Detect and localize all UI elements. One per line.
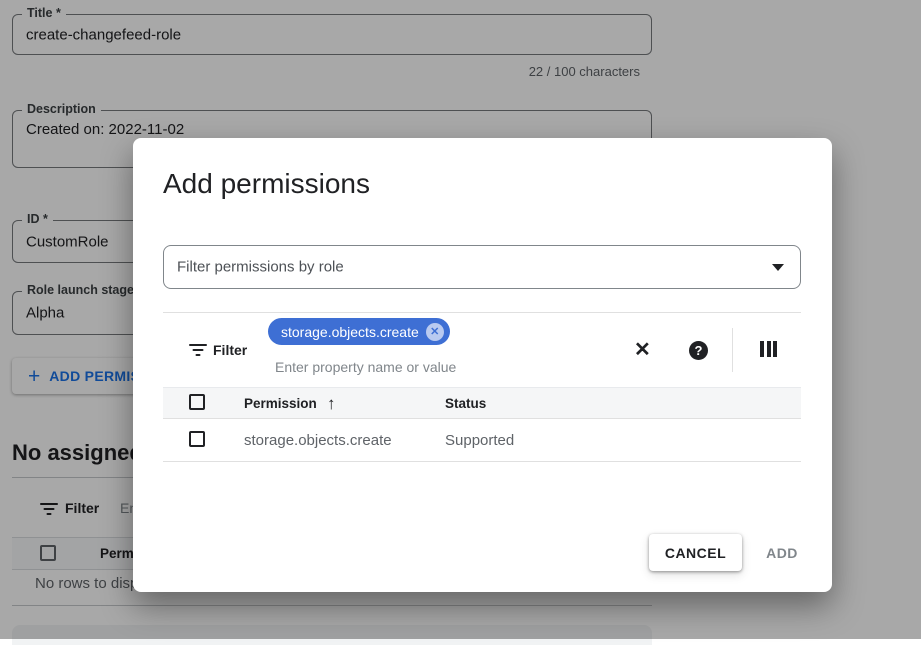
clear-filter-icon[interactable]: ✕ [634,337,651,362]
divider [732,328,733,372]
filter-icon [189,344,207,356]
dialog-title: Add permissions [163,168,370,200]
role-filter-dropdown[interactable]: Filter permissions by role [163,245,801,289]
row-permission-cell: storage.objects.create [244,432,392,449]
divider [163,312,801,313]
help-icon[interactable]: ? [689,341,708,360]
dialog-filter-input[interactable]: Enter property name or value [275,359,456,375]
dialog-table-header: Permission ↑ Status [163,387,801,419]
add-button[interactable]: ADD [751,534,813,571]
sort-ascending-icon[interactable]: ↑ [327,394,336,414]
role-filter-dropdown-value: Filter permissions by role [177,259,344,276]
chip-remove-icon[interactable]: ✕ [426,323,444,341]
column-display-icon[interactable] [760,341,777,357]
chevron-down-icon [772,264,784,271]
permission-column-header[interactable]: Permission [244,396,317,411]
cancel-button[interactable]: CANCEL [649,534,742,571]
row-checkbox[interactable] [189,431,205,447]
dialog-filter-label: Filter [213,342,247,358]
status-column-header: Status [445,396,486,411]
table-row[interactable]: storage.objects.create Supported [163,419,801,462]
select-all-checkbox[interactable] [189,394,205,410]
filter-chip[interactable]: storage.objects.create ✕ [268,318,450,345]
add-permissions-dialog: Add permissions Filter permissions by ro… [133,138,832,592]
row-status-cell: Supported [445,432,514,449]
filter-chip-label: storage.objects.create [281,324,419,340]
